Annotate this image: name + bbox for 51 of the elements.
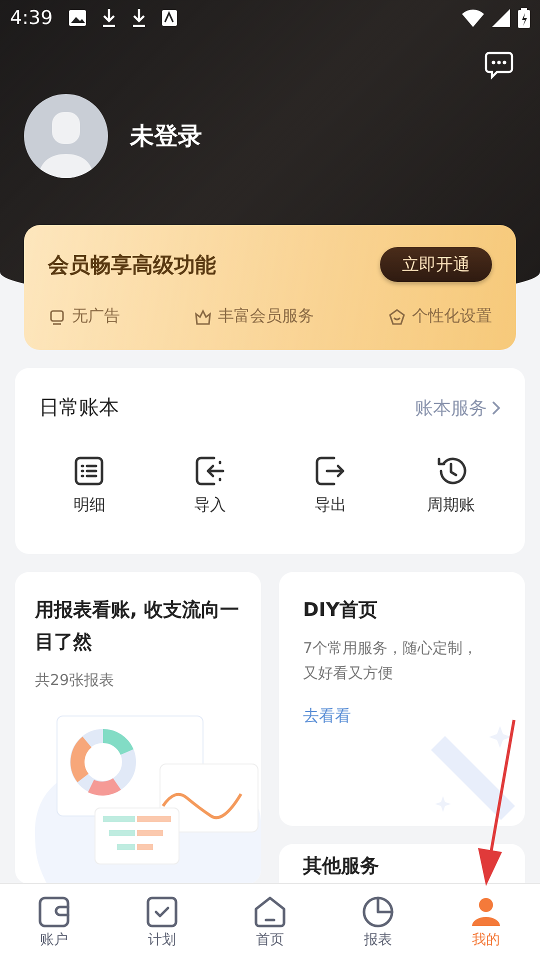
crown-icon [194, 308, 212, 326]
pie-chart-icon [361, 895, 395, 929]
message-icon[interactable] [484, 50, 514, 80]
wallet-icon [37, 895, 71, 929]
bar [137, 816, 171, 822]
ledger-action[interactable]: 周期账 [390, 455, 511, 516]
other-services-card[interactable]: 其他服务 [279, 844, 525, 884]
battery-icon [518, 8, 530, 28]
star-icon [388, 308, 406, 326]
checkbox-icon [145, 895, 179, 929]
image-icon [68, 10, 86, 26]
list-icon [73, 455, 106, 487]
download-icon [132, 9, 146, 27]
signal-icon [492, 9, 510, 27]
ledger-action[interactable]: 导出 [270, 455, 390, 516]
ledger-action[interactable]: 明细 [29, 455, 150, 516]
home-icon [253, 895, 287, 929]
status-time: 4:39 [10, 7, 53, 29]
other-services-title: 其他服务 [303, 854, 380, 879]
bar [137, 844, 153, 850]
import-icon [194, 455, 226, 487]
diy-description: 7个常用服务，随心定制，又好看又方便 [303, 638, 479, 684]
ledger-action[interactable]: 导入 [150, 455, 270, 516]
user-name[interactable]: 未登录 [130, 120, 202, 152]
report-card-title: 用报表看账, 收支流向一目了然 [35, 598, 240, 655]
ledger-title: 日常账本 [39, 394, 119, 421]
bar [117, 844, 135, 850]
perk-label: 无广告 [72, 306, 120, 327]
bar [109, 830, 135, 836]
export-icon [314, 455, 346, 487]
screen-icon [48, 308, 66, 326]
bar [137, 830, 163, 836]
report-count: 共29张报表 [35, 670, 116, 691]
diy-card-title: DIY首页 [303, 598, 379, 623]
membership-title: 会员畅享高级功能 [48, 252, 216, 278]
nav-tab[interactable]: 计划 [108, 884, 216, 960]
nav-tab[interactable]: 首页 [216, 884, 324, 960]
nav-tab[interactable]: 报表 [324, 884, 432, 960]
diy-card[interactable]: DIY首页 7个常用服务，随心定制，又好看又方便 去看看 [279, 572, 525, 826]
report-card[interactable]: 用报表看账, 收支流向一目了然 共29张报表 [15, 572, 261, 884]
perk-label: 个性化设置 [412, 306, 492, 327]
chevron-right-icon [491, 400, 501, 416]
donut-slice [102, 729, 134, 756]
person-icon [469, 895, 503, 929]
bar [103, 816, 135, 822]
wifi-icon [462, 9, 484, 27]
perk-label: 丰富会员服务 [218, 306, 314, 327]
activate-button[interactable]: 立即开通 [380, 247, 492, 282]
nav-tab[interactable]: 账户 [0, 884, 108, 960]
download-icon [102, 9, 116, 27]
font-icon [162, 10, 177, 26]
